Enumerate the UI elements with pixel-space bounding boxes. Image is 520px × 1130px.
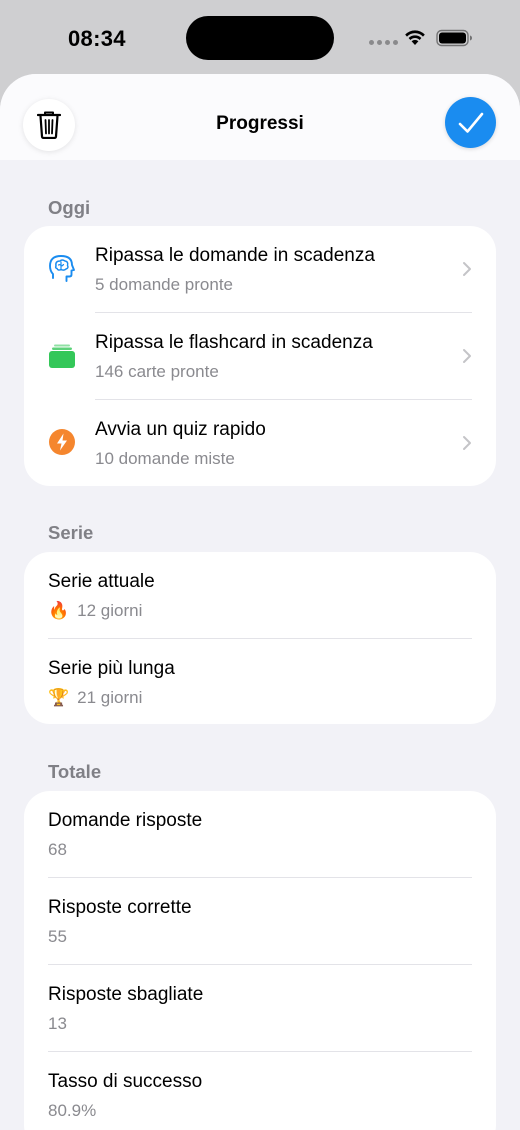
done-button[interactable] [445,97,496,148]
row-title: Avvia un quiz rapido [95,419,266,440]
row-subtitle: 146 carte pronte [95,362,219,381]
list-item-current-streak: Serie attuale 🔥 12 giorni [24,552,496,639]
chevron-right-icon [463,262,471,276]
row-title: Domande risposte [48,810,203,831]
streak-card: Serie attuale 🔥 12 giorni Serie più lunga… [24,552,496,724]
row-subtitle: 🏆 21 giorni [48,688,143,708]
totals-card: Domande risposte 68 Risposte corrette 55… [24,791,496,1130]
row-subtitle: 5 domande pronte [95,275,233,294]
brain-icon [48,253,76,283]
checkmark-icon [458,112,483,133]
page-title: Progressi [216,113,304,134]
status-time: 08:34 [68,26,126,51]
list-item-quick-quiz[interactable]: Avvia un quiz rapido 10 domande miste [24,400,496,487]
progress-sheet: Progressi Oggi Ripassa le domande in sca… [0,74,520,1130]
list-item-answered: Domande risposte 68 [24,791,496,878]
list-item-review-flashcards[interactable]: Ripassa le flashcard in scadenza 146 car… [24,313,496,400]
row-title: Ripassa le flashcard in scadenza [95,332,373,353]
row-title: Tasso di successo [48,1071,203,1092]
list-item-longest-streak: Serie più lunga 🏆 21 giorni [24,639,496,726]
row-title: Risposte corrette [48,897,192,918]
list-item-correct: Risposte corrette 55 [24,878,496,965]
list-item-wrong: Risposte sbagliate 13 [24,965,496,1052]
row-value: 55 [48,927,67,946]
chevron-right-icon [463,436,471,450]
row-title: Risposte sbagliate [48,984,204,1005]
battery-icon [436,29,472,47]
navigation-bar: Progressi [0,74,520,160]
chevron-right-icon [463,349,471,363]
section-header-today: Oggi [48,197,91,218]
section-header-totals: Totale [48,761,102,782]
row-title: Serie attuale [48,571,155,592]
list-item-success-rate: Tasso di successo 80.9% [24,1052,496,1130]
bolt-icon [48,427,76,457]
dynamic-island [186,16,334,60]
list-item-review-questions[interactable]: Ripassa le domande in scadenza 5 domande… [24,226,496,313]
status-bar: 08:34 [0,0,520,76]
trophy-icon: 🏆 [48,688,70,708]
section-header-streak: Serie [48,522,94,543]
row-title: Ripassa le domande in scadenza [95,245,375,266]
row-value: 68 [48,840,67,859]
fire-icon: 🔥 [48,601,70,621]
wifi-icon [405,30,425,45]
row-title: Serie più lunga [48,658,175,679]
today-card: Ripassa le domande in scadenza 5 domande… [24,226,496,486]
row-value: 13 [48,1014,67,1033]
cards-icon [48,340,76,370]
row-subtitle: 10 domande miste [95,449,235,468]
row-subtitle: 🔥 12 giorni [48,601,143,621]
row-value: 80.9% [48,1101,97,1120]
cellular-signal-icon [369,40,398,45]
